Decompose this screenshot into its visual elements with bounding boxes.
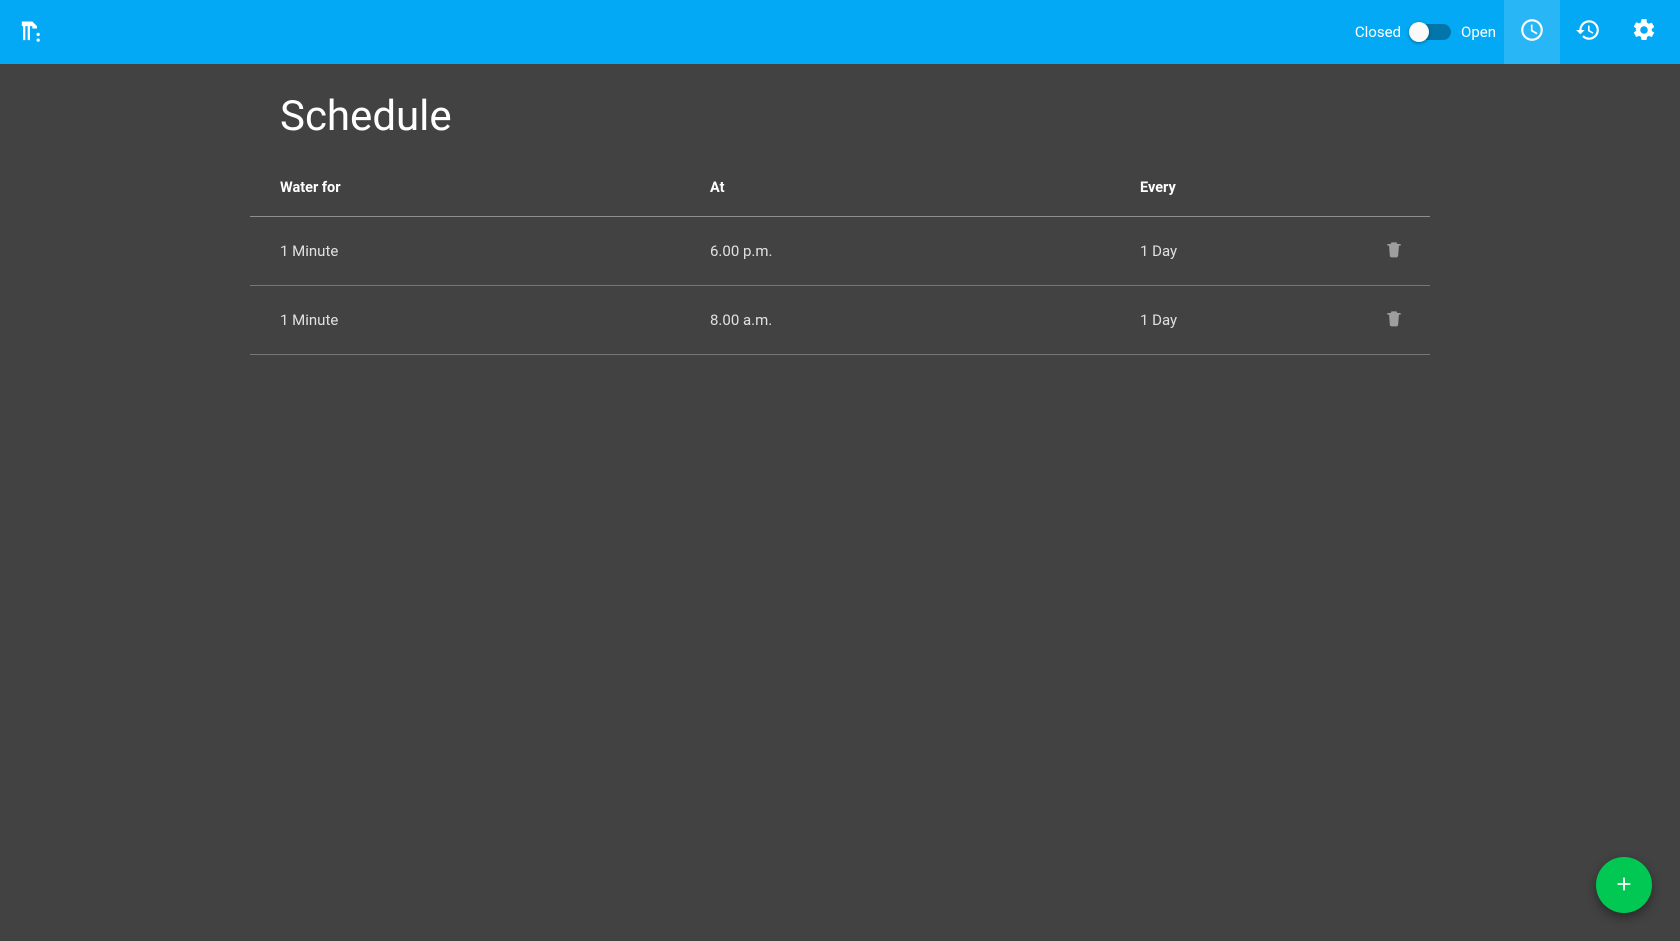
toggle-closed-label: Closed: [1355, 23, 1401, 41]
delete-row-button[interactable]: [1380, 306, 1408, 334]
content-area: Schedule Water for At Every 1 Minute: [0, 64, 1680, 355]
col-header-at: At: [680, 159, 1110, 217]
table-header-row: Water for At Every: [250, 159, 1430, 217]
cell-every: 1 Day: [1110, 217, 1350, 286]
delete-row-button[interactable]: [1380, 237, 1408, 265]
table-row[interactable]: 1 Minute 6.00 p.m. 1 Day: [250, 217, 1430, 286]
trash-icon: [1384, 308, 1404, 332]
cell-duration: 1 Minute: [250, 286, 680, 355]
app-logo-icon: [16, 18, 44, 46]
valve-switch[interactable]: [1411, 24, 1451, 40]
schedule-table: Water for At Every 1 Minute 6.00 p.m. 1 …: [250, 159, 1430, 355]
col-header-duration: Water for: [250, 159, 680, 217]
appbar: Closed Open: [0, 0, 1680, 64]
table-row[interactable]: 1 Minute 8.00 a.m. 1 Day: [250, 286, 1430, 355]
toggle-open-label: Open: [1461, 23, 1496, 41]
gear-icon: [1631, 17, 1657, 47]
add-schedule-fab[interactable]: [1596, 857, 1652, 913]
nav-schedule-button[interactable]: [1504, 0, 1560, 64]
history-icon: [1575, 17, 1601, 47]
nav-settings-button[interactable]: [1616, 0, 1672, 64]
nav-history-button[interactable]: [1560, 0, 1616, 64]
clock-icon: [1519, 17, 1545, 47]
valve-state-toggle: Closed Open: [1355, 23, 1496, 41]
cell-at: 6.00 p.m.: [680, 217, 1110, 286]
col-header-action: [1350, 159, 1430, 217]
page-title: Schedule: [280, 92, 1430, 141]
cell-at: 8.00 a.m.: [680, 286, 1110, 355]
trash-icon: [1384, 239, 1404, 263]
switch-thumb: [1409, 22, 1429, 42]
col-header-every: Every: [1110, 159, 1350, 217]
cell-every: 1 Day: [1110, 286, 1350, 355]
plus-icon: [1613, 869, 1635, 902]
cell-duration: 1 Minute: [250, 217, 680, 286]
